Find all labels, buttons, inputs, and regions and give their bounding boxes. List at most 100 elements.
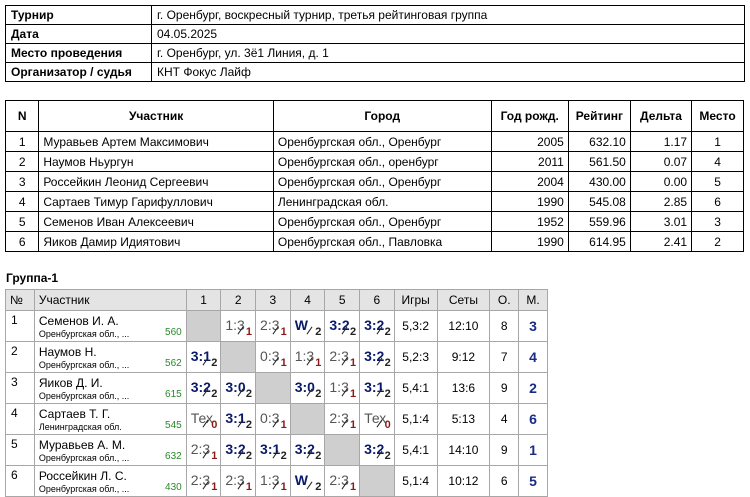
participant-cell: 0.00 — [629, 171, 693, 192]
match-score: 3:2 — [329, 317, 350, 333]
match-score: W — [294, 472, 308, 488]
match-score: 3:0 — [225, 379, 246, 395]
match-points: 2 — [384, 450, 391, 462]
group-place: 1 — [518, 434, 548, 466]
info-label: Турнир — [5, 5, 152, 25]
group-place: 2 — [518, 372, 548, 404]
participant-cell: 2011 — [490, 151, 569, 172]
info-row: Организатор / судья КНТ Фокус Лайф — [5, 62, 745, 82]
participants-header-cell: Место — [691, 100, 744, 132]
match-result-cell[interactable]: 2:3 1 — [324, 341, 361, 373]
group-place: 6 — [518, 403, 548, 435]
participant-cell: 3 — [691, 211, 744, 232]
group-games: 5,2:3 — [393, 341, 438, 373]
match-result-cell[interactable]: 3:1 2 — [255, 434, 291, 466]
match-score: 2:3 — [225, 472, 245, 488]
col-player-header: Участник — [33, 289, 187, 311]
info-row: Место проведения г. Оренбург, ул. 3ё1 Лин… — [5, 43, 745, 63]
match-result-cell[interactable]: 1:3 1 — [324, 372, 361, 404]
match-result-cell[interactable]: 0:3 1 — [255, 403, 291, 435]
participant-cell: 6 — [691, 191, 744, 212]
participant-cell: 5 — [4, 211, 40, 232]
participant-cell: 1990 — [490, 191, 569, 212]
match-result-cell[interactable]: W2 — [289, 465, 326, 497]
participants-header-cell: N — [4, 100, 40, 132]
group-points: 4 — [489, 403, 520, 435]
info-value: КНТ Фокус Лайф — [151, 62, 745, 82]
match-result-cell[interactable]: Тех 0 — [185, 403, 222, 435]
info-row: Дата 04.05.2025 — [5, 24, 745, 44]
match-points: 1 — [280, 357, 287, 369]
match-result-cell[interactable]: 2:3 1 — [185, 465, 222, 497]
participant-cell: Муравьев Артем Максимович — [38, 131, 274, 152]
match-points: 1 — [211, 481, 218, 493]
info-value: г. Оренбург, воскресный турнир, третья р… — [151, 5, 745, 25]
group-row: 6 Россейкин Л. С. Оренбургская обл., ... 43… — [5, 465, 548, 497]
match-result-cell[interactable]: W2 — [289, 310, 326, 342]
match-points: 1 — [280, 481, 287, 493]
group-points: 9 — [489, 372, 520, 404]
match-score: 3:1 — [225, 410, 246, 426]
participant-cell: Сартаев Тимур Гарифуллович — [38, 191, 274, 212]
match-result-cell[interactable]: 2:3 1 — [185, 434, 222, 466]
match-score: 3:2 — [225, 441, 246, 457]
participant-cell: 632.10 — [567, 131, 631, 152]
match-points: 1 — [211, 450, 218, 462]
group-title: Группа-1 — [6, 271, 59, 285]
player-name: Наумов Н. — [38, 345, 97, 359]
match-result-cell[interactable]: 3:0 2 — [289, 372, 326, 404]
match-result-cell[interactable]: 3:2 2 — [289, 434, 326, 466]
player-rating: 562 — [165, 358, 182, 369]
match-score: Тех — [364, 410, 387, 426]
group-points: 7 — [489, 341, 520, 373]
group-points: 9 — [489, 434, 520, 466]
match-result-cell[interactable]: 2:3 1 — [324, 403, 361, 435]
match-result-cell[interactable]: 3:1 2 — [359, 372, 395, 404]
match-result-cell[interactable]: 3:1 2 — [220, 403, 257, 435]
match-result-cell[interactable]: 3:2 2 — [359, 341, 395, 373]
match-points: 2 — [315, 388, 322, 400]
player-city: Ленинградская обл. — [38, 422, 122, 432]
player-city: Оренбургская обл., ... — [38, 391, 130, 401]
match-points: 1 — [245, 326, 253, 338]
match-result-cell[interactable]: 1:3 1 — [289, 341, 326, 373]
participant-cell: Оренбургская обл., Оренбург — [272, 211, 492, 232]
self-match-cell — [359, 465, 395, 497]
match-result-cell[interactable]: 3:1 2 — [185, 341, 222, 373]
self-match-cell — [185, 310, 222, 342]
group-points: 8 — [489, 310, 520, 342]
participant-cell: 5 — [691, 171, 744, 192]
match-result-cell[interactable]: 1:3 1 — [220, 310, 257, 342]
participant-cell: 2.85 — [629, 191, 693, 212]
match-result-cell[interactable]: 2:3 1 — [255, 310, 291, 342]
match-result-cell[interactable]: Тех 0 — [359, 403, 395, 435]
participant-cell: 0.07 — [629, 151, 693, 172]
match-points: 2 — [280, 450, 287, 462]
match-result-cell[interactable]: 2:3 1 — [324, 465, 361, 497]
match-result-cell[interactable]: 3:2 2 — [185, 372, 222, 404]
participants-header-row: N Участник Город Год рожд. Рейтинг Дельта Мест… — [4, 100, 744, 132]
group-row-num: 1 — [5, 310, 35, 342]
group-sets: 5:13 — [436, 403, 491, 435]
group-points: 6 — [489, 465, 520, 497]
participant-cell: Оренбургская обл., Павловка — [272, 231, 492, 252]
group-row: 5 Муравьев А. М. Оренбургская обл., ... 632… — [5, 434, 548, 466]
match-result-cell[interactable]: 3:2 2 — [220, 434, 257, 466]
info-label: Организатор / судья — [5, 62, 152, 82]
match-result-cell[interactable]: 3:2 2 — [359, 434, 395, 466]
match-points: 2 — [384, 326, 391, 338]
match-result-cell[interactable]: 1:3 1 — [255, 465, 291, 497]
match-result-cell[interactable]: 2:3 1 — [220, 465, 257, 497]
col-1-header: 1 — [185, 289, 222, 311]
match-result-cell[interactable]: 0:3 1 — [255, 341, 291, 373]
participant-cell: 545.08 — [567, 191, 631, 212]
player-city: Оренбургская обл., ... — [38, 329, 130, 339]
player-rating: 560 — [165, 327, 182, 338]
match-score: 1:3 — [294, 348, 315, 364]
participant-row: 1 Муравьев Артем Максимович Оренбургская о… — [4, 131, 744, 152]
match-result-cell[interactable]: 3:2 2 — [324, 310, 361, 342]
match-result-cell[interactable]: 3:2 2 — [359, 310, 395, 342]
group-row-num: 5 — [5, 434, 35, 466]
participants-table: N Участник Город Год рожд. Рейтинг Дельта Мест… — [4, 100, 744, 252]
match-result-cell[interactable]: 3:0 2 — [220, 372, 257, 404]
